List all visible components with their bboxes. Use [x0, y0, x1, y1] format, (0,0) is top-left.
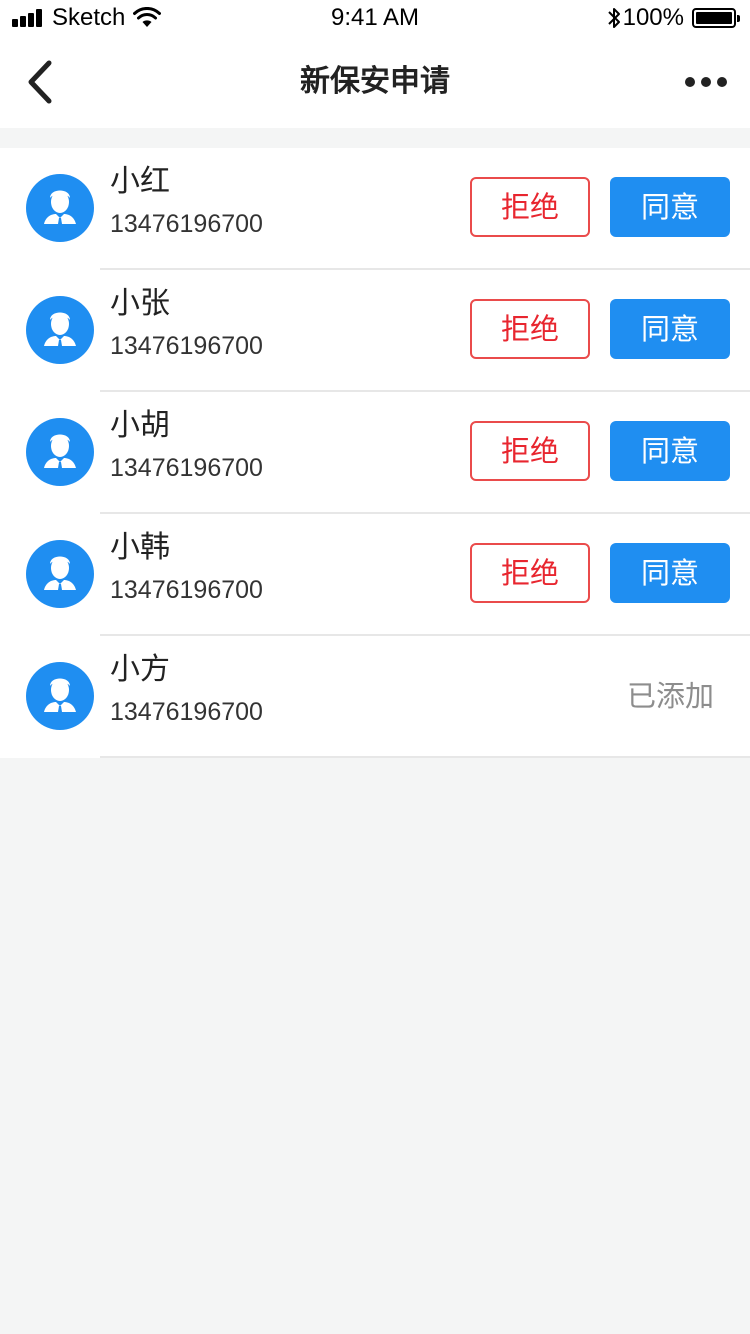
avatar	[26, 540, 94, 608]
list-item: 小韩 13476196700 拒绝 同意	[0, 514, 750, 636]
applicant-phone: 13476196700	[110, 332, 263, 360]
agree-button[interactable]: 同意	[610, 177, 730, 237]
applicant-name: 小韩	[110, 530, 170, 565]
avatar	[26, 174, 94, 242]
user-icon	[44, 556, 76, 590]
applicant-phone: 13476196700	[110, 576, 263, 604]
list-item: 小红 13476196700 拒绝 同意	[0, 148, 750, 270]
applicant-name: 小红	[110, 164, 170, 199]
page-title: 新保安申请	[300, 64, 450, 99]
reject-button[interactable]: 拒绝	[470, 177, 590, 237]
applicant-phone: 13476196700	[110, 698, 263, 726]
list-item: 小张 13476196700 拒绝 同意	[0, 270, 750, 392]
avatar	[26, 662, 94, 730]
applicant-name: 小方	[110, 652, 170, 687]
reject-button[interactable]: 拒绝	[470, 299, 590, 359]
added-status: 已添加	[626, 679, 714, 713]
nav-bar: 新保安申请	[0, 40, 750, 128]
status-bar: Sketch 9:41 AM 100%	[0, 0, 750, 40]
list-item: 小方 13476196700 已添加	[0, 636, 750, 758]
reject-button[interactable]: 拒绝	[470, 543, 590, 603]
battery-icon	[692, 8, 740, 28]
user-icon	[44, 678, 76, 712]
agree-button[interactable]: 同意	[610, 299, 730, 359]
avatar	[26, 296, 94, 364]
user-icon	[44, 312, 76, 346]
user-icon	[44, 434, 76, 468]
applicant-list: 小红 13476196700 拒绝 同意 小张 13476196700 拒绝 同…	[0, 148, 750, 758]
list-item: 小胡 13476196700 拒绝 同意	[0, 392, 750, 514]
more-icon	[685, 77, 695, 87]
applicant-name: 小胡	[110, 408, 170, 443]
applicant-phone: 13476196700	[110, 454, 263, 482]
bluetooth-icon	[607, 8, 620, 28]
battery-percent: 100%	[622, 4, 684, 31]
applicant-phone: 13476196700	[110, 210, 263, 238]
agree-button[interactable]: 同意	[610, 421, 730, 481]
status-right: 100%	[607, 4, 740, 32]
agree-button[interactable]: 同意	[610, 543, 730, 603]
applicant-name: 小张	[110, 286, 170, 321]
reject-button[interactable]: 拒绝	[470, 421, 590, 481]
more-button[interactable]	[676, 62, 736, 102]
user-icon	[44, 190, 76, 224]
avatar	[26, 418, 94, 486]
